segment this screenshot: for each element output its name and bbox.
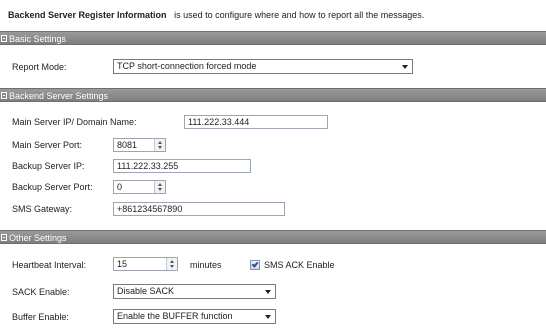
main-server-input[interactable]: 111.222.33.444 xyxy=(184,115,328,129)
chevron-down-icon xyxy=(265,290,271,294)
heartbeat-label: Heartbeat Interval: xyxy=(12,260,87,270)
sms-ack-checkbox[interactable] xyxy=(250,260,260,270)
report-mode-value: TCP short-connection forced mode xyxy=(117,61,257,71)
section-title: Other Settings xyxy=(9,233,67,243)
sack-label: SACK Enable: xyxy=(12,287,70,297)
buffer-value: Enable the BUFFER function xyxy=(117,311,233,321)
sack-select[interactable]: Disable SACK xyxy=(113,284,276,299)
backup-ip-label: Backup Server IP: xyxy=(12,161,85,171)
chevron-down-icon xyxy=(265,315,271,319)
collapse-icon[interactable] xyxy=(1,35,7,42)
buffer-select[interactable]: Enable the BUFFER function xyxy=(113,309,276,324)
heartbeat-stepper[interactable]: 15 xyxy=(113,257,178,271)
section-title: Backend Server Settings xyxy=(9,91,109,101)
collapse-icon[interactable] xyxy=(1,234,7,241)
main-port-label: Main Server Port: xyxy=(12,140,83,150)
page-intro: Backend Server Register Information is u… xyxy=(8,10,424,20)
heartbeat-value: 15 xyxy=(117,259,128,269)
intro-title: Backend Server Register Information xyxy=(8,10,167,20)
heartbeat-unit: minutes xyxy=(190,260,222,270)
backup-port-stepper[interactable]: 0 xyxy=(113,180,166,194)
checkmark-icon xyxy=(251,260,259,268)
report-mode-label: Report Mode: xyxy=(12,62,67,72)
sack-value: Disable SACK xyxy=(117,286,175,296)
main-server-label: Main Server IP/ Domain Name: xyxy=(12,117,137,127)
backup-port-label: Backup Server Port: xyxy=(12,182,93,192)
spinner-arrows-icon[interactable] xyxy=(166,258,177,270)
main-port-stepper[interactable]: 8081 xyxy=(113,138,166,152)
section-header-basic-settings[interactable]: Basic Settings xyxy=(0,31,546,45)
section-header-backend-server-settings[interactable]: Backend Server Settings xyxy=(0,88,546,102)
sms-ack-label: SMS ACK Enable xyxy=(264,260,335,270)
section-header-other-settings[interactable]: Other Settings xyxy=(0,230,546,244)
backup-port-value: 0 xyxy=(117,182,123,192)
sms-gateway-input[interactable]: +861234567890 xyxy=(113,202,285,216)
main-port-value: 8081 xyxy=(117,140,138,150)
intro-text: is used to configure where and how to re… xyxy=(174,10,425,20)
spinner-arrows-icon[interactable] xyxy=(154,139,165,151)
sms-gateway-label: SMS Gateway: xyxy=(12,204,73,214)
report-mode-select[interactable]: TCP short-connection forced mode xyxy=(113,59,413,74)
chevron-down-icon xyxy=(402,65,408,69)
spinner-arrows-icon[interactable] xyxy=(154,181,165,193)
section-title: Basic Settings xyxy=(9,34,67,44)
backup-ip-input[interactable]: 111.222.33.255 xyxy=(113,159,251,173)
collapse-icon[interactable] xyxy=(1,92,7,99)
buffer-label: Buffer Enable: xyxy=(12,312,69,322)
